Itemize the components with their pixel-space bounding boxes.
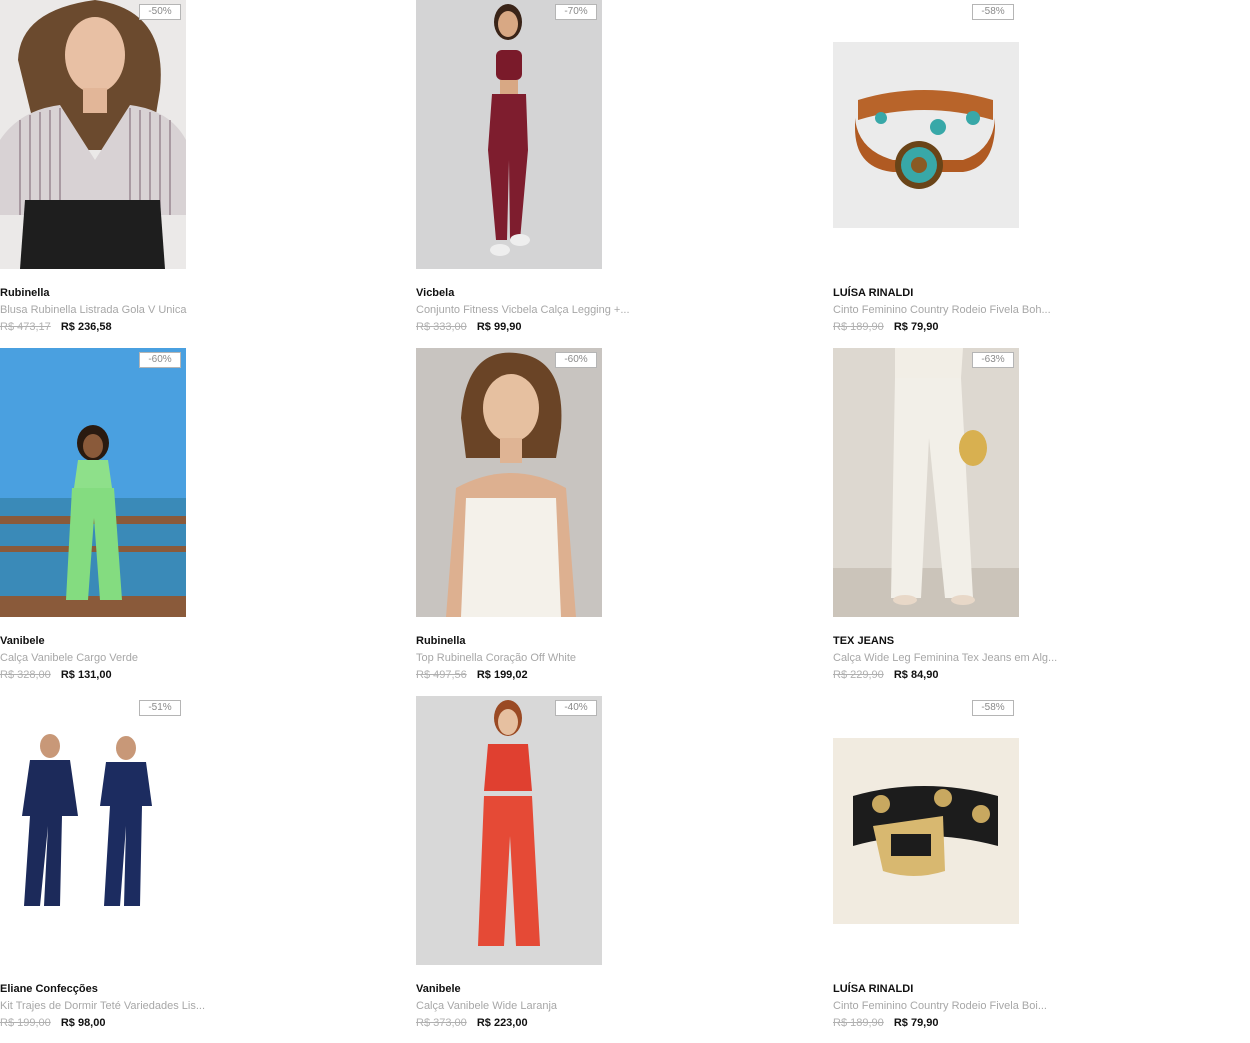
discount-badge: -51%	[139, 700, 181, 716]
original-price: R$ 189,90	[833, 321, 884, 333]
product-card[interactable]: -58% LUÍSA RINALDI Cinto Feminino Countr…	[833, 696, 1233, 1036]
product-title[interactable]: Calça Vanibele Cargo Verde	[0, 652, 138, 664]
price-row: R$ 373,00 R$ 223,00	[416, 1017, 528, 1029]
product-brand[interactable]: LUÍSA RINALDI	[833, 983, 913, 995]
product-brand[interactable]: TEX JEANS	[833, 635, 894, 647]
product-title[interactable]: Blusa Rubinella Listrada Gola V Unica	[0, 304, 187, 316]
original-price: R$ 497,56	[416, 669, 467, 681]
product-title[interactable]: Conjunto Fitness Vicbela Calça Legging +…	[416, 304, 630, 316]
sale-price: R$ 98,00	[60, 1017, 106, 1029]
sale-price: R$ 84,90	[893, 669, 939, 681]
original-price: R$ 473,17	[0, 321, 51, 333]
product-card[interactable]: -60% Rubinella Top Rubinella Coração Off…	[416, 348, 816, 688]
discount-badge: -58%	[972, 700, 1014, 716]
product-image[interactable]	[416, 696, 602, 965]
sale-price: R$ 223,00	[476, 1017, 528, 1029]
product-brand[interactable]: Rubinella	[416, 635, 466, 647]
product-brand[interactable]: Vanibele	[0, 635, 45, 647]
sale-price: R$ 79,90	[893, 321, 939, 333]
product-title[interactable]: Cinto Feminino Country Rodeio Fivela Boh…	[833, 304, 1051, 316]
product-image[interactable]	[416, 0, 602, 269]
sale-price: R$ 131,00	[60, 669, 112, 681]
price-row: R$ 189,90 R$ 79,90	[833, 1017, 938, 1029]
product-image[interactable]	[0, 348, 186, 617]
discount-badge: -50%	[139, 4, 181, 20]
original-price: R$ 373,00	[416, 1017, 467, 1029]
original-price: R$ 333,00	[416, 321, 467, 333]
product-image[interactable]	[833, 348, 1019, 617]
product-brand[interactable]: Eliane Confecções	[0, 983, 98, 995]
product-card[interactable]: -51% Eliane Confecções Kit Trajes de Dor…	[0, 696, 400, 1036]
discount-badge: -58%	[972, 4, 1014, 20]
price-row: R$ 199,00 R$ 98,00	[0, 1017, 105, 1029]
product-card[interactable]: -70% Vicbela Conjunto Fitness Vicbela Ca…	[416, 0, 816, 340]
product-image[interactable]	[0, 696, 186, 965]
discount-badge: -63%	[972, 352, 1014, 368]
product-image[interactable]	[0, 0, 186, 269]
product-title[interactable]: Calça Wide Leg Feminina Tex Jeans em Alg…	[833, 652, 1057, 664]
sale-price: R$ 236,58	[60, 321, 112, 333]
price-row: R$ 189,90 R$ 79,90	[833, 321, 938, 333]
product-card[interactable]: -60% Vanibele Calça Vanibele Cargo Verde…	[0, 348, 400, 688]
original-price: R$ 199,00	[0, 1017, 51, 1029]
discount-badge: -40%	[555, 700, 597, 716]
product-title[interactable]: Kit Trajes de Dormir Teté Variedades Lis…	[0, 1000, 205, 1012]
sale-price: R$ 99,90	[476, 321, 522, 333]
product-image[interactable]	[833, 0, 1019, 269]
product-title[interactable]: Calça Vanibele Wide Laranja	[416, 1000, 557, 1012]
price-row: R$ 497,56 R$ 199,02	[416, 669, 528, 681]
product-card[interactable]: -40% Vanibele Calça Vanibele Wide Laranj…	[416, 696, 816, 1036]
product-brand[interactable]: Vanibele	[416, 983, 461, 995]
product-card[interactable]: -50% Rubinella Blusa Rubinella Listrada …	[0, 0, 400, 340]
price-row: R$ 473,17 R$ 236,58	[0, 321, 112, 333]
product-brand[interactable]: Vicbela	[416, 287, 454, 299]
price-row: R$ 328,00 R$ 131,00	[0, 669, 112, 681]
product-image[interactable]	[416, 348, 602, 617]
discount-badge: -70%	[555, 4, 597, 20]
original-price: R$ 229,90	[833, 669, 884, 681]
product-title[interactable]: Top Rubinella Coração Off White	[416, 652, 576, 664]
discount-badge: -60%	[555, 352, 597, 368]
product-card[interactable]: -63% TEX JEANS Calça Wide Leg Feminina T…	[833, 348, 1233, 688]
product-image[interactable]	[833, 696, 1019, 965]
product-brand[interactable]: LUÍSA RINALDI	[833, 287, 913, 299]
product-card[interactable]: -58% LUÍSA RINALDI Cinto Feminino Countr…	[833, 0, 1233, 340]
price-row: R$ 333,00 R$ 99,90	[416, 321, 521, 333]
original-price: R$ 189,90	[833, 1017, 884, 1029]
product-title[interactable]: Cinto Feminino Country Rodeio Fivela Boi…	[833, 1000, 1047, 1012]
original-price: R$ 328,00	[0, 669, 51, 681]
sale-price: R$ 199,02	[476, 669, 528, 681]
sale-price: R$ 79,90	[893, 1017, 939, 1029]
discount-badge: -60%	[139, 352, 181, 368]
price-row: R$ 229,90 R$ 84,90	[833, 669, 938, 681]
product-brand[interactable]: Rubinella	[0, 287, 50, 299]
